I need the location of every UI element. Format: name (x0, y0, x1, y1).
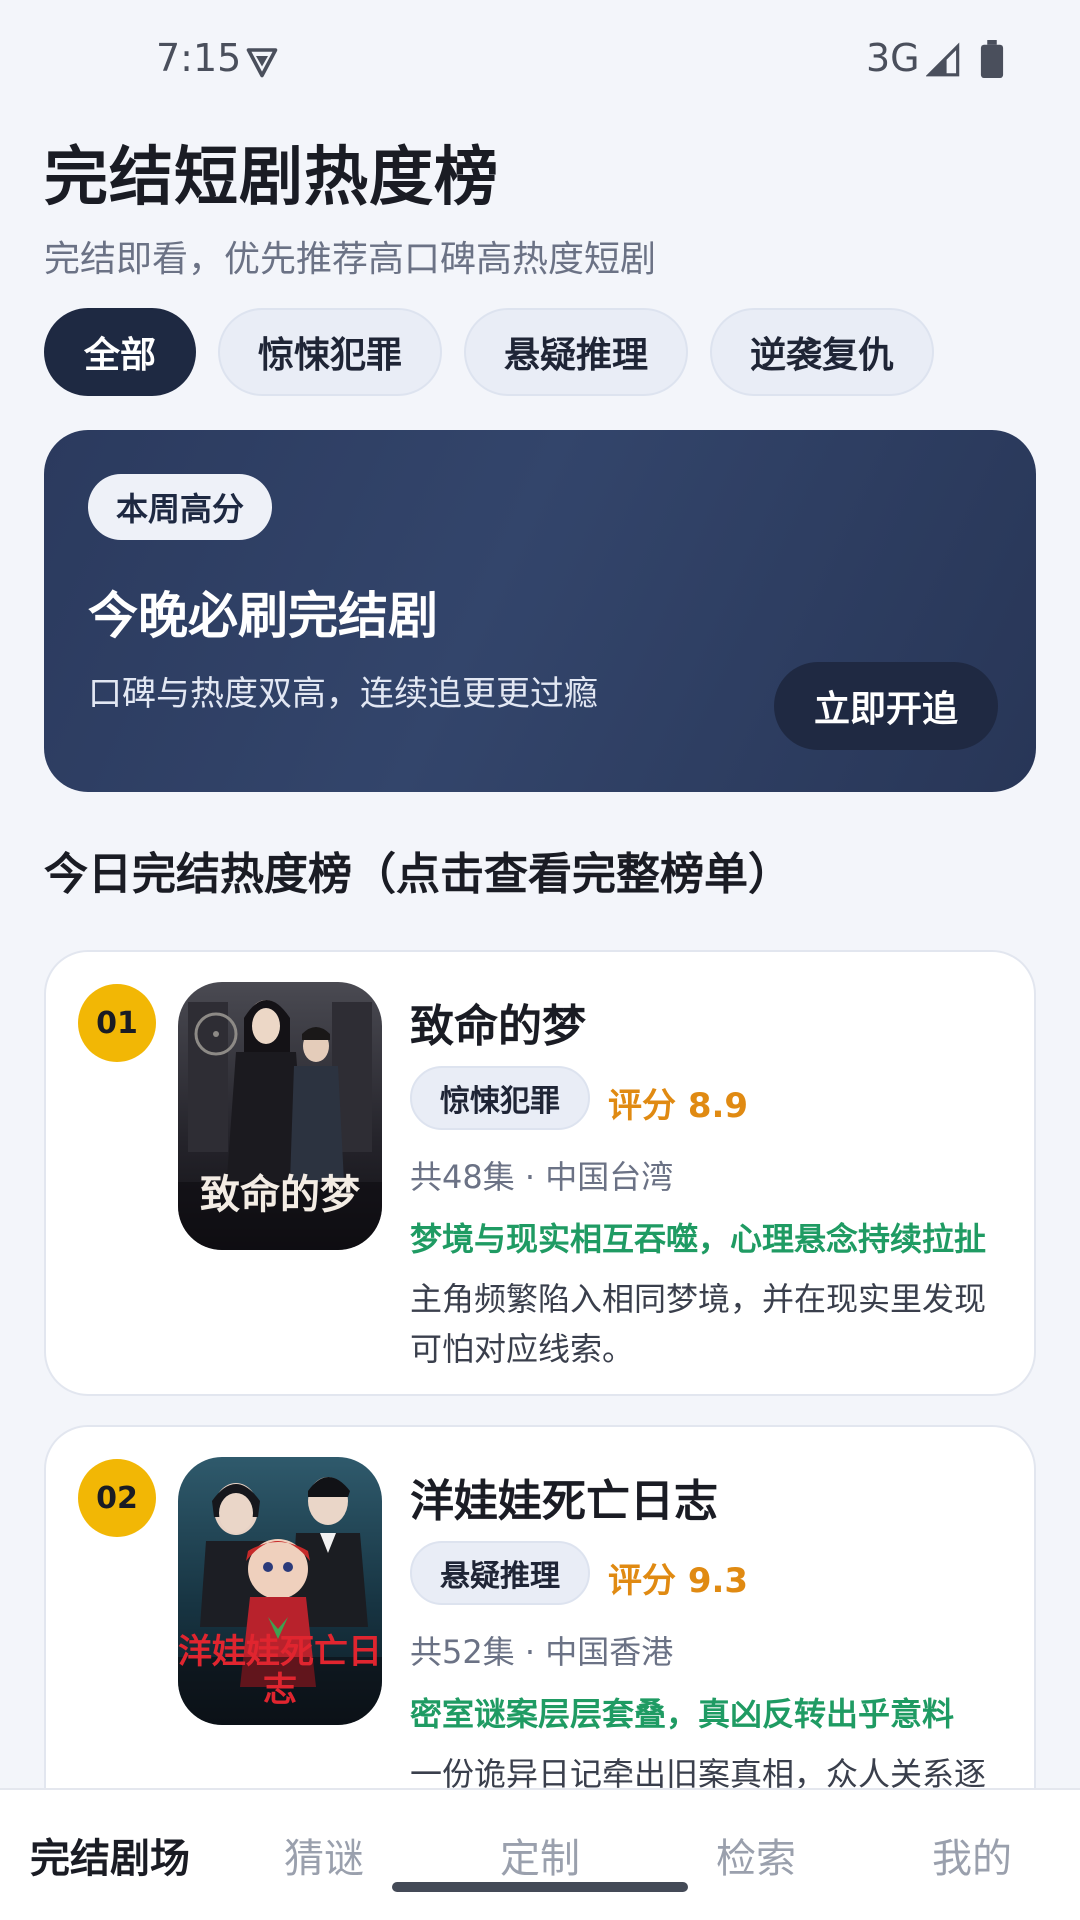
rank-badge: 02 (78, 1459, 156, 1537)
network-type: 3G (866, 36, 920, 80)
drama-description: 主角频繁陷入相同梦境，并在现实里发现可怕对应线索。 (410, 1280, 987, 1368)
drama-title: 洋娃娃死亡日志 (410, 1476, 718, 1527)
banner-badge: 本周高分 (88, 474, 273, 540)
start-watching-button[interactable]: 立即开追 (774, 662, 998, 750)
page-subtitle: 完结即看，优先推荐高口碑高热度短剧 (44, 239, 657, 280)
nav-tab-custom[interactable]: 定制 (500, 1826, 580, 1884)
nav-tab-search[interactable]: 检索 (716, 1826, 796, 1884)
chip-revenge[interactable]: 逆袭复仇 (710, 308, 935, 396)
drama-highlight: 密室谜案层层套叠，真凶反转出乎意料 (410, 1695, 955, 1733)
drama-score: 评分 9.3 (608, 1561, 749, 1601)
drama-title: 致命的梦 (410, 1001, 586, 1052)
drama-score: 评分 8.9 (608, 1086, 749, 1126)
page-title: 完结短剧热度榜 (44, 141, 499, 215)
banner-title: 今晚必刷完结剧 (88, 587, 438, 645)
bottom-navigation: 完结剧场 猜谜 定制 检索 我的 (0, 1788, 1080, 1920)
drama-meta: 共52集 · 中国香港 (410, 1633, 674, 1671)
battery-icon (980, 40, 1004, 78)
chip-mystery[interactable]: 悬疑推理 (464, 308, 689, 396)
status-bar: 7:15 3G (0, 0, 1080, 110)
chip-thriller-crime[interactable]: 惊悚犯罪 (218, 308, 443, 396)
category-chips: 全部 惊悚犯罪 悬疑推理 逆袭复仇 (44, 308, 935, 396)
home-indicator[interactable] (392, 1882, 688, 1892)
poster-title: 洋娃娃死亡日志 (178, 1632, 382, 1710)
signal-icon (926, 42, 960, 77)
poster-title: 致命的梦 (200, 1171, 360, 1218)
ranking-section-title[interactable]: 今日完结热度榜（点击查看完整榜单） (44, 838, 792, 902)
promo-banner[interactable]: 本周高分 今晚必刷完结剧 口碑与热度双高，连续追更更过瘾 立即开追 (44, 430, 1036, 792)
drama-meta: 共48集 · 中国台湾 (410, 1158, 674, 1196)
rank-badge: 01 (78, 984, 156, 1062)
genre-tag: 惊悚犯罪 (410, 1066, 590, 1130)
drama-poster[interactable]: 致命的梦 (178, 982, 382, 1250)
drama-card[interactable]: 01 致命的梦 致命的梦 惊悚犯罪 评分 8.9 共48集 · 中国台湾 梦境与… (44, 950, 1036, 1396)
chip-all[interactable]: 全部 (44, 308, 197, 396)
banner-description: 口碑与热度双高，连续追更更过瘾 (88, 674, 598, 714)
nav-tab-mine[interactable]: 我的 (932, 1826, 1012, 1884)
drama-highlight: 梦境与现实相互吞噬，心理悬念持续拉扯 (410, 1220, 987, 1258)
nav-tab-finished-theater[interactable]: 完结剧场 (30, 1826, 190, 1884)
genre-tag: 悬疑推理 (410, 1541, 590, 1605)
vpn-icon (246, 48, 278, 78)
app-screen: 7:15 3G 完结短剧热度榜 完结即看，优先推荐高口碑高热度短剧 全部 惊悚犯… (0, 0, 1080, 1920)
nav-tab-riddle[interactable]: 猜谜 (284, 1826, 364, 1884)
drama-poster[interactable]: 洋娃娃死亡日志 (178, 1457, 382, 1725)
status-time: 7:15 (156, 36, 242, 80)
